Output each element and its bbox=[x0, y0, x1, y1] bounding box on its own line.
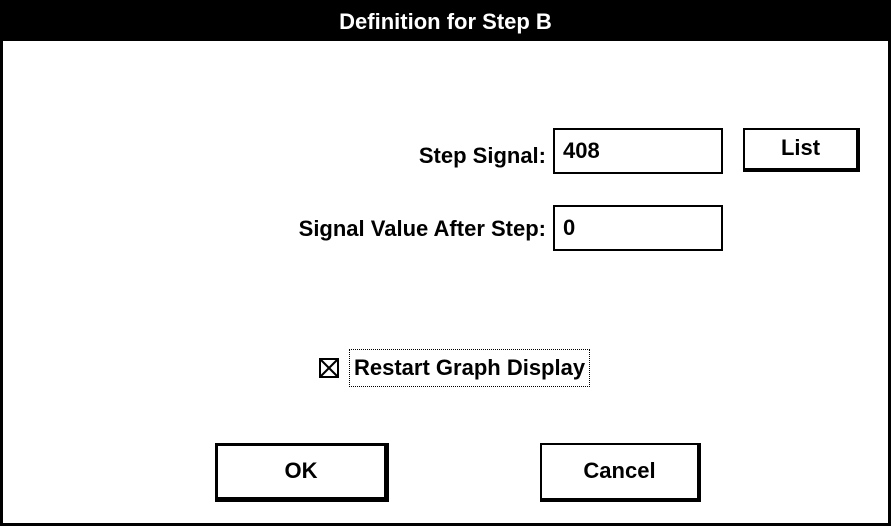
signal-value-after-step-input[interactable]: 0 bbox=[553, 205, 723, 251]
step-definition-dialog: Definition for Step B Step Signal: 408 L… bbox=[0, 0, 891, 526]
signal-value-after-step-label: Signal Value After Step: bbox=[298, 216, 546, 241]
ok-button-label: OK bbox=[284, 458, 318, 483]
dialog-title-bar[interactable]: Definition for Step B bbox=[3, 3, 888, 41]
list-button[interactable]: List bbox=[743, 128, 860, 172]
list-button-label: List bbox=[780, 135, 821, 160]
restart-graph-display-label[interactable]: Restart Graph Display bbox=[349, 349, 591, 387]
dialog-title: Definition for Step B bbox=[339, 9, 552, 34]
cancel-button-label: Cancel bbox=[583, 458, 656, 483]
step-signal-label: Step Signal: bbox=[418, 143, 546, 168]
ok-button[interactable]: OK bbox=[215, 443, 389, 502]
checkbox-checked-icon[interactable] bbox=[319, 358, 339, 378]
step-signal-input[interactable]: 408 bbox=[553, 128, 723, 174]
cancel-button[interactable]: Cancel bbox=[540, 443, 701, 502]
